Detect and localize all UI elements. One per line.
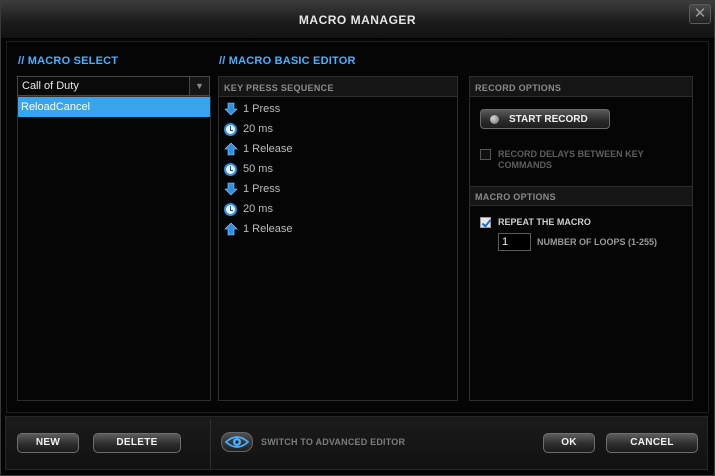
footer-divider xyxy=(210,419,211,469)
new-macro-button[interactable]: NEW xyxy=(17,433,79,453)
key-press-sequence-header: KEY PRESS SEQUENCE xyxy=(219,77,457,97)
clock-icon xyxy=(224,163,237,176)
start-record-button[interactable]: START RECORD xyxy=(480,109,610,129)
sequence-row[interactable]: 1 Release xyxy=(219,219,457,239)
window-title: MACRO MANAGER xyxy=(298,13,417,27)
sequence-row[interactable]: 1 Press xyxy=(219,99,457,119)
macro-select-heading: // MACRO SELECT xyxy=(18,55,119,67)
sequence-row[interactable]: 20 ms xyxy=(219,119,457,139)
sequence-step-text: 1 Release xyxy=(243,143,293,155)
record-delays-label: RECORD DELAYS BETWEEN KEY COMMANDS xyxy=(498,149,644,170)
record-delays-checkbox[interactable] xyxy=(480,149,491,160)
repeat-macro-checkbox[interactable] xyxy=(480,217,491,228)
title-bar: MACRO MANAGER ✕ xyxy=(1,1,714,39)
key-press-sequence-panel: KEY PRESS SEQUENCE 1 Press 20 ms 1 Relea… xyxy=(218,76,458,401)
dropdown-value: Call of Duty xyxy=(22,80,79,92)
arrow-down-icon xyxy=(224,182,238,196)
sequence-step-text: 20 ms xyxy=(243,203,273,215)
eye-icon xyxy=(224,436,250,448)
repeat-macro-label: REPEAT THE MACRO xyxy=(498,217,591,227)
number-of-loops-input[interactable] xyxy=(498,233,531,251)
arrow-down-icon xyxy=(224,102,238,116)
chevron-down-icon[interactable]: ▼ xyxy=(189,77,209,95)
cancel-button[interactable]: CANCEL xyxy=(606,433,698,453)
record-dot-icon xyxy=(490,115,499,124)
switch-advanced-editor-label: SWITCH TO ADVANCED EDITOR xyxy=(261,437,406,447)
advanced-editor-toggle[interactable] xyxy=(221,432,253,452)
macro-list[interactable]: ReloadCancel xyxy=(17,96,211,401)
arrow-up-icon xyxy=(224,142,238,156)
basic-editor-heading: // MACRO BASIC EDITOR xyxy=(219,55,356,67)
ok-button[interactable]: OK xyxy=(543,433,595,453)
sequence-row[interactable]: 50 ms xyxy=(219,159,457,179)
sequence-step-text: 1 Press xyxy=(243,103,281,115)
sequence-step-text: 1 Press xyxy=(243,183,281,195)
start-record-label: START RECORD xyxy=(509,114,588,125)
clock-icon xyxy=(224,123,237,136)
macro-list-item[interactable]: ReloadCancel xyxy=(18,97,210,117)
record-options-header: RECORD OPTIONS xyxy=(470,77,692,97)
arrow-up-icon xyxy=(224,222,238,236)
delete-macro-button[interactable]: DELETE xyxy=(93,433,181,453)
game-profile-dropdown[interactable]: Call of Duty ▼ xyxy=(17,76,210,96)
clock-icon xyxy=(224,203,237,216)
sequence-list[interactable]: 1 Press 20 ms 1 Release 50 ms 1 Press 20… xyxy=(219,97,457,239)
close-button[interactable]: ✕ xyxy=(689,4,711,24)
sequence-step-text: 20 ms xyxy=(243,123,273,135)
sequence-step-text: 50 ms xyxy=(243,163,273,175)
options-panel: RECORD OPTIONS START RECORD RECORD DELAY… xyxy=(469,76,693,401)
sequence-row[interactable]: 1 Release xyxy=(219,139,457,159)
macro-options-header: MACRO OPTIONS xyxy=(470,186,692,206)
number-of-loops-label: NUMBER OF LOOPS (1-255) xyxy=(537,237,658,247)
sequence-step-text: 1 Release xyxy=(243,223,293,235)
sequence-row[interactable]: 20 ms xyxy=(219,199,457,219)
sequence-row[interactable]: 1 Press xyxy=(219,179,457,199)
